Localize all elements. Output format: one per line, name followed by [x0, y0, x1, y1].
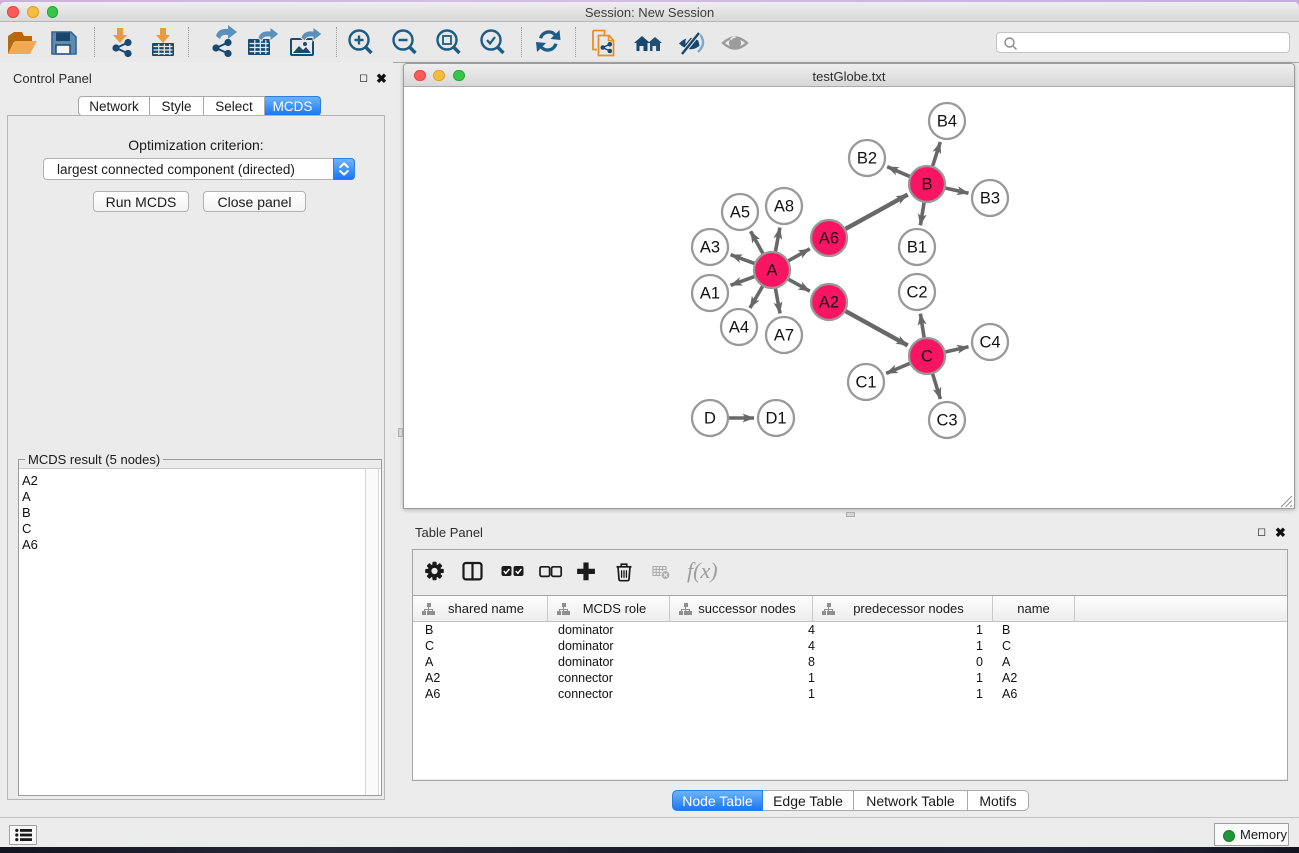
svg-text:D: D [704, 410, 716, 428]
svg-text:B1: B1 [907, 239, 927, 257]
svg-text:A6: A6 [819, 230, 839, 248]
svg-text:C: C [921, 348, 933, 366]
svg-text:A4: A4 [729, 319, 749, 337]
svg-text:A2: A2 [819, 294, 839, 312]
svg-text:A5: A5 [730, 204, 750, 222]
svg-text:B4: B4 [937, 113, 957, 131]
svg-text:C4: C4 [979, 334, 1000, 352]
svg-text:C3: C3 [936, 412, 957, 430]
svg-text:A3: A3 [700, 239, 720, 257]
svg-text:A8: A8 [774, 198, 794, 216]
svg-text:B3: B3 [980, 190, 1000, 208]
svg-text:C2: C2 [906, 284, 927, 302]
svg-text:A7: A7 [774, 327, 794, 345]
svg-text:f(x): f(x) [687, 558, 718, 583]
svg-text:D1: D1 [765, 410, 786, 428]
svg-text:B: B [921, 176, 932, 194]
svg-text:C1: C1 [855, 374, 876, 392]
svg-text:B2: B2 [857, 150, 877, 168]
svg-text:A: A [766, 262, 777, 280]
svg-text:A1: A1 [700, 285, 720, 303]
